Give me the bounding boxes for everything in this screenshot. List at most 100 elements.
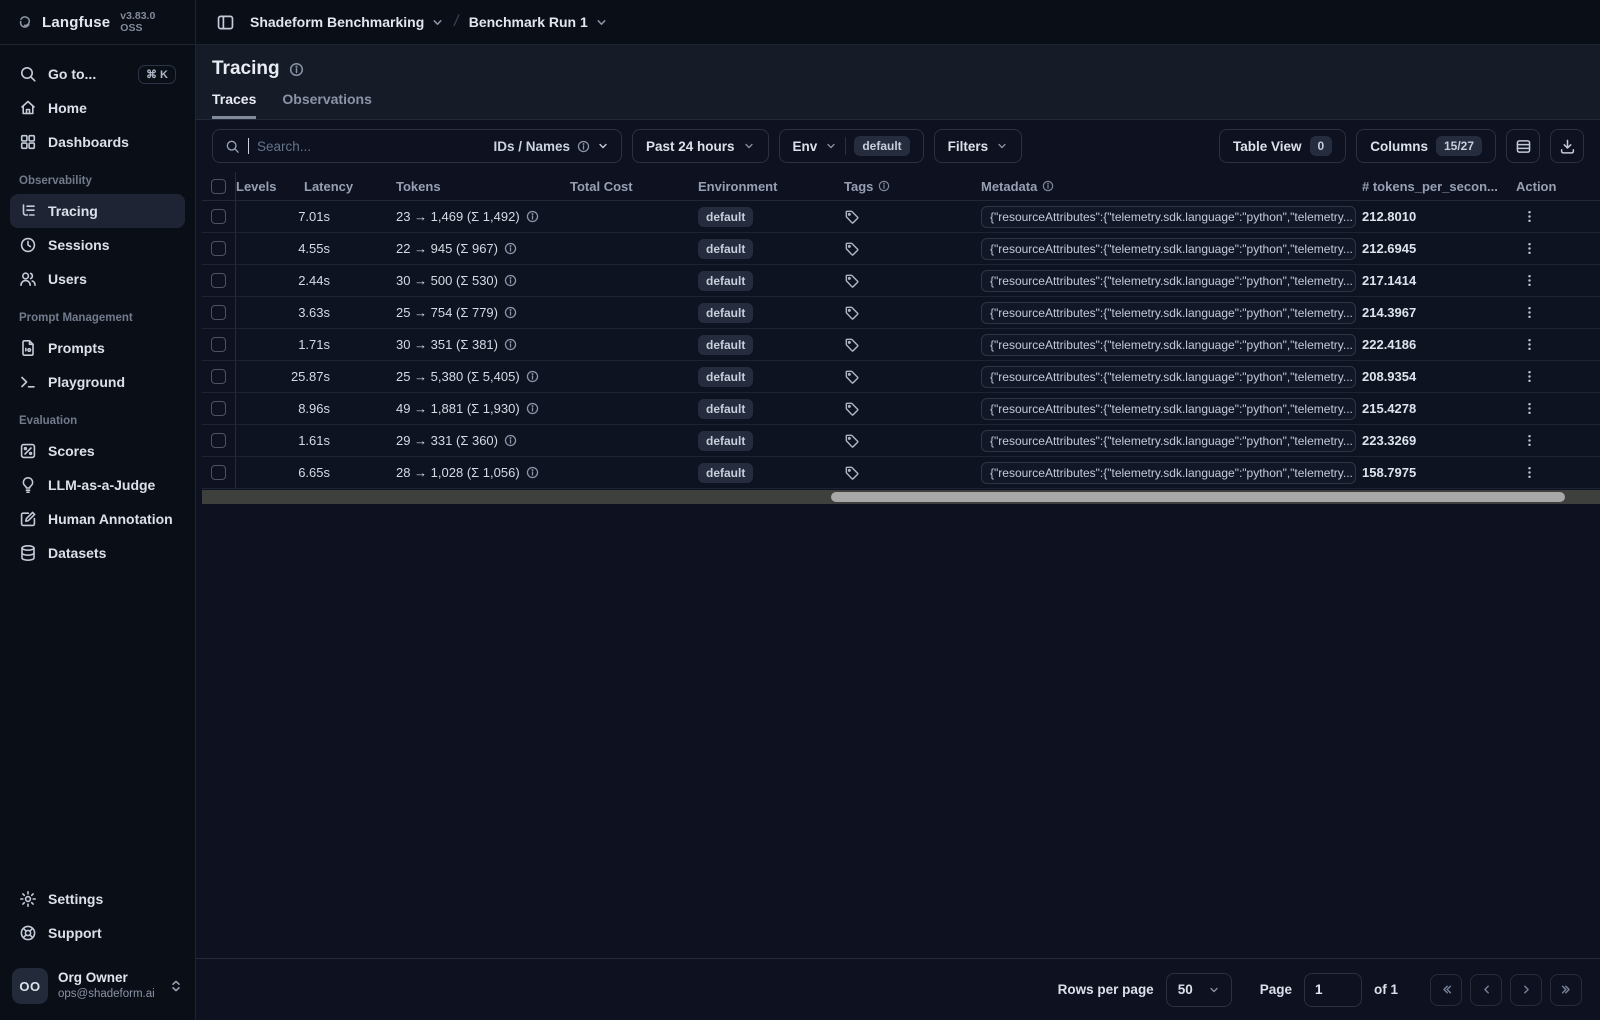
horizontal-scrollbar-thumb[interactable] <box>831 492 1566 502</box>
row-checkbox[interactable] <box>211 433 226 448</box>
tags-cell[interactable] <box>836 265 976 296</box>
user-menu[interactable]: OO Org Owner ops@shadeform.ai <box>0 958 195 1020</box>
row-checkbox[interactable] <box>211 273 226 288</box>
metadata-cell[interactable]: {"resourceAttributes":{"telemetry.sdk.la… <box>976 297 1359 328</box>
tags-cell[interactable] <box>836 329 976 360</box>
column-header-tokens[interactable]: Tokens <box>366 179 566 194</box>
table-row[interactable]: 25.87s 25 → 5,380 (Σ 5,405) default {"re… <box>202 361 1600 393</box>
sidebar-item-human-annotation[interactable]: Human Annotation <box>10 502 185 536</box>
first-page-button[interactable] <box>1430 973 1462 1006</box>
kebab-menu-icon[interactable] <box>1522 465 1537 480</box>
next-page-button[interactable] <box>1510 973 1542 1006</box>
row-height-button[interactable] <box>1506 129 1540 163</box>
info-icon[interactable] <box>526 466 539 479</box>
kebab-menu-icon[interactable] <box>1522 369 1537 384</box>
metadata-cell[interactable]: {"resourceAttributes":{"telemetry.sdk.la… <box>976 457 1359 488</box>
info-icon[interactable] <box>504 242 517 255</box>
metadata-cell[interactable]: {"resourceAttributes":{"telemetry.sdk.la… <box>976 265 1359 296</box>
search-mode-select[interactable]: IDs / Names <box>493 139 609 154</box>
sidebar-item-sessions[interactable]: Sessions <box>10 228 185 262</box>
kebab-menu-icon[interactable] <box>1522 273 1537 288</box>
row-checkbox[interactable] <box>211 465 226 480</box>
row-checkbox[interactable] <box>211 305 226 320</box>
tags-cell[interactable] <box>836 393 976 424</box>
metadata-cell[interactable]: {"resourceAttributes":{"telemetry.sdk.la… <box>976 361 1359 392</box>
metadata-cell[interactable]: {"resourceAttributes":{"telemetry.sdk.la… <box>976 393 1359 424</box>
metadata-cell[interactable]: {"resourceAttributes":{"telemetry.sdk.la… <box>976 329 1359 360</box>
info-icon[interactable] <box>504 338 517 351</box>
table-row[interactable]: 3.63s 25 → 754 (Σ 779) default {"resourc… <box>202 297 1600 329</box>
breadcrumb-project[interactable]: Benchmark Run 1 <box>469 14 608 30</box>
rows-per-page-select[interactable]: 50 <box>1165 972 1232 1007</box>
column-header-metadata[interactable]: Metadata <box>976 179 1359 194</box>
select-all-checkbox[interactable] <box>211 178 226 194</box>
info-icon[interactable] <box>504 274 517 287</box>
info-icon[interactable] <box>526 210 539 223</box>
env-filter-button[interactable]: Env default <box>778 129 924 163</box>
column-header-tokens-per-second[interactable]: # tokens_per_secon... <box>1359 179 1499 194</box>
metadata-cell[interactable]: {"resourceAttributes":{"telemetry.sdk.la… <box>976 201 1359 232</box>
table-row[interactable]: 6.65s 28 → 1,028 (Σ 1,056) default {"res… <box>202 457 1600 489</box>
horizontal-scrollbar[interactable] <box>202 490 1600 504</box>
filters-button[interactable]: Filters <box>933 129 1023 163</box>
row-checkbox[interactable] <box>211 241 226 256</box>
info-icon[interactable] <box>526 402 539 415</box>
tags-cell[interactable] <box>836 297 976 328</box>
sidebar-item-prompts[interactable]: Prompts <box>10 331 185 365</box>
columns-button[interactable]: Columns 15/27 <box>1356 129 1496 163</box>
sidebar-item-llm-as-a-judge[interactable]: LLM-as-a-Judge <box>10 468 185 502</box>
tab-traces[interactable]: Traces <box>212 91 257 119</box>
table-row[interactable]: 1.61s 29 → 331 (Σ 360) default {"resourc… <box>202 425 1600 457</box>
column-header-environment[interactable]: Environment <box>686 179 836 194</box>
sidebar-item-dashboards[interactable]: Dashboards <box>10 125 185 159</box>
kebab-menu-icon[interactable] <box>1522 209 1537 224</box>
table-row[interactable]: 7.01s 23 → 1,469 (Σ 1,492) default {"res… <box>202 201 1600 233</box>
info-icon[interactable] <box>526 370 539 383</box>
sidebar-item-home[interactable]: Home <box>10 91 185 125</box>
sidebar-item-playground[interactable]: Playground <box>10 365 185 399</box>
last-page-button[interactable] <box>1550 973 1582 1006</box>
tags-cell[interactable] <box>836 361 976 392</box>
row-checkbox[interactable] <box>211 337 226 352</box>
table-row[interactable]: 4.55s 22 → 945 (Σ 967) default {"resourc… <box>202 233 1600 265</box>
column-header-latency[interactable]: Latency <box>276 179 366 194</box>
metadata-cell[interactable]: {"resourceAttributes":{"telemetry.sdk.la… <box>976 425 1359 456</box>
search-input[interactable]: Search... IDs / Names <box>212 129 622 163</box>
kebab-menu-icon[interactable] <box>1522 241 1537 256</box>
info-icon[interactable] <box>504 306 517 319</box>
table-row[interactable]: 8.96s 49 → 1,881 (Σ 1,930) default {"res… <box>202 393 1600 425</box>
sidebar-item-support[interactable]: Support <box>10 916 185 950</box>
tags-cell[interactable] <box>836 233 976 264</box>
goto-search-button[interactable]: Go to... ⌘ K <box>10 57 185 91</box>
sidebar-item-scores[interactable]: Scores <box>10 434 185 468</box>
kebab-menu-icon[interactable] <box>1522 433 1537 448</box>
row-checkbox[interactable] <box>211 369 226 384</box>
row-checkbox[interactable] <box>211 209 226 224</box>
sidebar-item-settings[interactable]: Settings <box>10 882 185 916</box>
column-header-levels[interactable]: Levels <box>236 179 276 194</box>
table-view-button[interactable]: Table View 0 <box>1218 129 1347 163</box>
sidebar-item-users[interactable]: Users <box>10 262 185 296</box>
row-checkbox[interactable] <box>211 401 226 416</box>
column-header-total-cost[interactable]: Total Cost <box>566 179 686 194</box>
tags-cell[interactable] <box>836 457 976 488</box>
sidebar-toggle-button[interactable] <box>210 7 240 37</box>
kebab-menu-icon[interactable] <box>1522 305 1537 320</box>
kebab-menu-icon[interactable] <box>1522 401 1537 416</box>
info-icon[interactable] <box>504 434 517 447</box>
kebab-menu-icon[interactable] <box>1522 337 1537 352</box>
time-range-button[interactable]: Past 24 hours <box>632 129 769 163</box>
table-row[interactable]: 1.71s 30 → 351 (Σ 381) default {"resourc… <box>202 329 1600 361</box>
sidebar-item-datasets[interactable]: Datasets <box>10 536 185 570</box>
page-number-input[interactable] <box>1303 972 1362 1007</box>
tab-observations[interactable]: Observations <box>282 91 371 119</box>
tags-cell[interactable] <box>836 425 976 456</box>
sidebar-item-tracing[interactable]: Tracing <box>10 194 185 228</box>
metadata-cell[interactable]: {"resourceAttributes":{"telemetry.sdk.la… <box>976 233 1359 264</box>
info-icon[interactable] <box>289 62 304 77</box>
table-row[interactable]: 2.44s 30 → 500 (Σ 530) default {"resourc… <box>202 265 1600 297</box>
breadcrumb-org[interactable]: Shadeform Benchmarking <box>250 14 444 30</box>
column-header-tags[interactable]: Tags <box>836 179 976 194</box>
export-button[interactable] <box>1550 129 1584 163</box>
tags-cell[interactable] <box>836 201 976 232</box>
